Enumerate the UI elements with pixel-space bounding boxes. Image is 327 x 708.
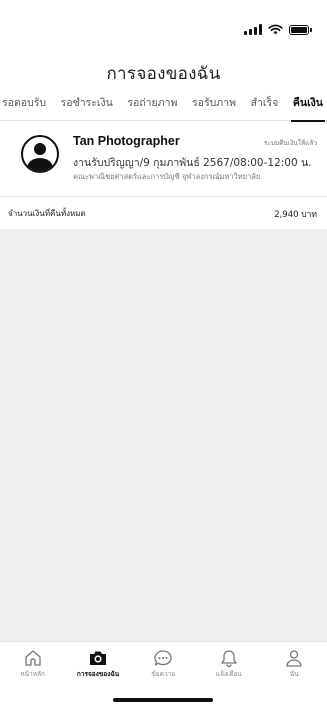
page-title: การจองของฉัน — [106, 64, 221, 84]
event-details: งานรับปริญญา/9 กุมภาพันธ์ 2567/08:00-12:… — [73, 157, 312, 169]
tab-awaiting-photos[interactable]: รอรับภาพ — [190, 94, 238, 121]
signal-icon — [244, 24, 262, 35]
event-location: คณะพาณิชยศาสตร์และการบัญชี จุฬาลงกรณ์มหา… — [73, 172, 261, 181]
tab-refund[interactable]: คืนเงิน — [290, 94, 326, 122]
nav-my-bookings-label: การจองของฉัน — [76, 670, 120, 678]
nav-profile-label: ฉัน — [289, 670, 299, 678]
camera-icon — [90, 651, 107, 665]
nav-home[interactable]: หน้าหลัก — [3, 649, 63, 679]
chat-icon — [154, 650, 173, 666]
person-icon — [286, 650, 302, 667]
battery-icon — [289, 24, 312, 35]
status-icons — [244, 24, 312, 35]
refund-total-value: 2,940 บาท — [274, 210, 317, 220]
home-indicator — [113, 698, 213, 702]
status-bar — [0, 0, 327, 44]
home-icon — [25, 650, 41, 666]
wifi-icon — [268, 24, 283, 35]
bottom-navigation: หน้าหลัก การจองของฉัน ข้อความ แจ้งเตือน … — [0, 641, 327, 685]
refund-status-badge: ระบบคืนเงินให้แล้ว — [263, 139, 317, 147]
tab-awaiting-payment[interactable]: รอชำระเงิน — [59, 94, 115, 121]
refund-total-label: จำนวนเงินที่คืนทั้งหมด — [8, 209, 86, 218]
refund-total-row: จำนวนเงินที่คืนทั้งหมด 2,940 บาท — [0, 196, 327, 228]
nav-notifications-label: แจ้งเตือน — [215, 670, 242, 678]
content-empty-area — [0, 229, 327, 641]
tab-awaiting-acceptance[interactable]: รอตอบรับ — [0, 94, 48, 121]
tab-completed[interactable]: สำเร็จ — [249, 94, 281, 121]
booking-card[interactable]: Tan Photographer ระบบคืนเงินให้แล้ว งานร… — [0, 122, 327, 186]
user-avatar-icon — [21, 135, 59, 173]
bell-icon — [221, 650, 237, 667]
photographer-name: Tan Photographer — [73, 134, 180, 148]
nav-messages-label: ข้อความ — [151, 670, 176, 678]
tab-awaiting-shoot[interactable]: รอถ่ายภาพ — [125, 94, 179, 121]
nav-messages[interactable]: ข้อความ — [133, 649, 193, 679]
nav-my-bookings[interactable]: การจองของฉัน — [68, 649, 128, 679]
nav-profile[interactable]: ฉัน — [264, 649, 324, 679]
nav-home-label: หน้าหลัก — [20, 670, 45, 678]
nav-notifications[interactable]: แจ้งเตือน — [199, 649, 259, 679]
booking-status-tabs: รอตอบรับ รอชำระเงิน รอถ่ายภาพ รอรับภาพ ส… — [0, 94, 327, 122]
